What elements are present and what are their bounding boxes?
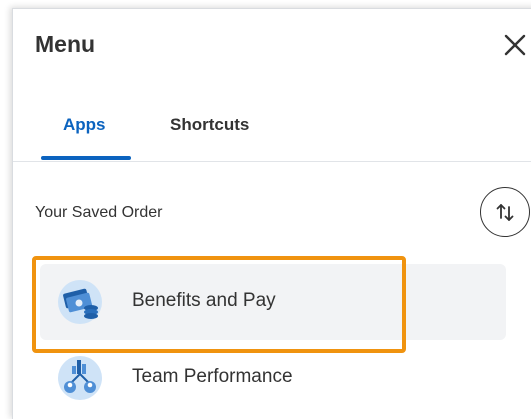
app-label: Benefits and Pay [132,290,276,311]
close-button[interactable] [501,31,529,59]
tabs-divider [13,161,531,162]
menu-title: Menu [35,31,96,57]
team-performance-icon [58,356,102,400]
sort-arrows-icon [496,204,514,221]
benefits-pay-icon [58,280,102,324]
tab-shortcuts[interactable]: Shortcuts [170,115,249,135]
app-label: Team Performance [132,366,293,387]
app-item-benefits-and-pay[interactable]: Benefits and Pay [40,264,506,340]
app-item-team-performance[interactable]: Team Performance [40,340,506,416]
active-tab-indicator [41,156,131,160]
close-icon [504,34,526,56]
saved-order-label: Your Saved Order [35,204,163,221]
menu-panel: Menu Apps Shortcuts Your Saved Order Ben… [12,8,531,419]
sort-order-button[interactable] [480,187,530,237]
tab-apps[interactable]: Apps [63,115,106,135]
